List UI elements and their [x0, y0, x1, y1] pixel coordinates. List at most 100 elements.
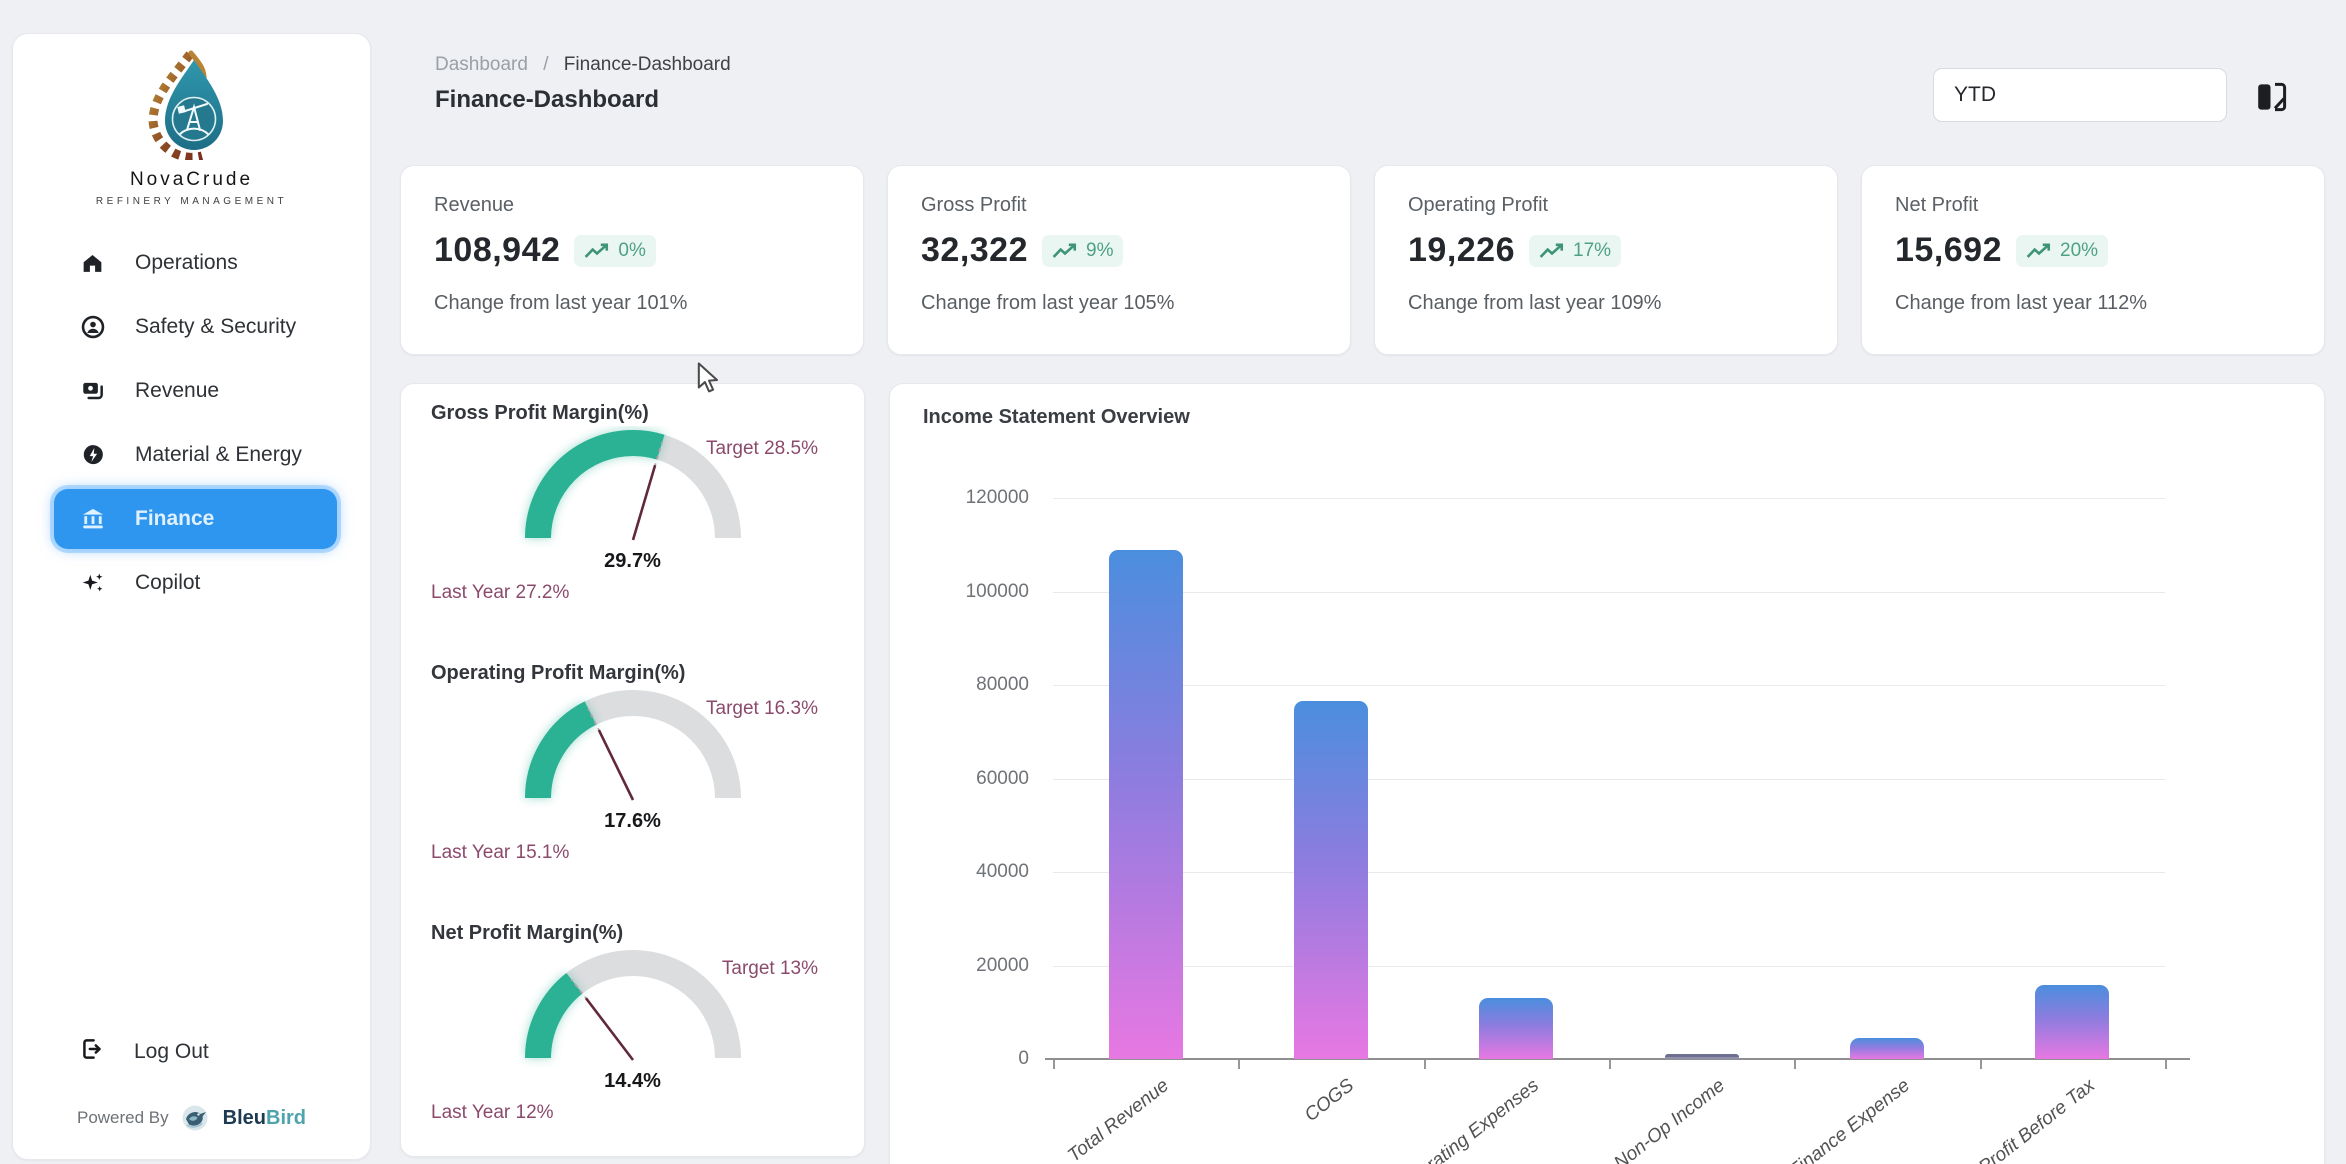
x-axis-line [1045, 1058, 2190, 1060]
home-icon [79, 250, 106, 277]
sidebar-bottom: Log Out Powered By BleuBird [13, 1027, 370, 1159]
y-axis-tick-label: 0 [909, 1048, 1029, 1070]
sidebar-item-label: Material & Energy [135, 443, 302, 467]
kpi-value: 19,226 [1408, 231, 1515, 270]
page-title: Finance-Dashboard [435, 86, 659, 114]
kpi-change-text: Change from last year 109% [1408, 292, 1804, 315]
brand-bleu: Bleu [223, 1107, 266, 1129]
page: { "brand": { "name": "NovaCrude", "tagli… [0, 0, 2346, 1164]
kpi-change-text: Change from last year 112% [1895, 292, 2291, 315]
logout-button[interactable]: Log Out [54, 1027, 337, 1077]
breadcrumb-dashboard[interactable]: Dashboard [435, 54, 528, 75]
powered-by-label: Powered By [77, 1108, 169, 1128]
person-circle-icon [79, 314, 106, 341]
trending-up-icon [1052, 242, 1078, 260]
gauge-operating-profit-margin: Operating Profit Margin(%) Target 16.3% … [401, 650, 864, 910]
kpi-delta: 0% [618, 240, 645, 262]
x-axis-tickmark [1980, 1060, 1982, 1069]
sidebar-item-label: Safety & Security [135, 315, 296, 339]
novacrude-logo-icon [144, 48, 240, 160]
bleubird-logo-icon [178, 1103, 214, 1133]
bar-chart: 020000400006000080000100000120000Total R… [890, 384, 2324, 1164]
y-axis-tick-label: 60000 [909, 768, 1029, 790]
sidebar-item-label: Copilot [135, 571, 200, 595]
kpi-change-text: Change from last year 101% [434, 292, 830, 315]
sidebar-item-label: Operations [135, 251, 238, 275]
gridline [1053, 498, 2165, 499]
breadcrumb-current: Finance-Dashboard [564, 54, 731, 75]
mouse-cursor [694, 362, 724, 394]
trending-up-icon [584, 242, 610, 260]
gauge-gross-profit-margin: Gross Profit Margin(%) Target 28.5% 29.7… [401, 390, 864, 650]
powered-by: Powered By BleuBird [13, 1103, 370, 1133]
sidebar-item-finance[interactable]: Finance [54, 489, 337, 549]
trending-up-icon [1539, 242, 1565, 260]
kpi-delta: 17% [1573, 240, 1611, 262]
kpi-value: 108,942 [434, 231, 560, 270]
gauge-title: Net Profit Margin(%) [431, 922, 623, 945]
bar-operating-expenses [1479, 998, 1553, 1059]
x-axis-tickmark [1609, 1060, 1611, 1069]
kpi-card-revenue: Revenue 108,942 0% Change from last year… [400, 165, 864, 355]
breadcrumb: Dashboard / Finance-Dashboard [435, 54, 731, 76]
gauge-value-label: 17.6% [401, 810, 864, 833]
brand-tagline: REFINERY MANAGEMENT [13, 196, 370, 207]
kpi-card-operating-profit: Operating Profit 19,226 17% Change from … [1374, 165, 1838, 355]
leaf-bolt-icon [79, 442, 106, 469]
gauge-title: Gross Profit Margin(%) [431, 402, 649, 425]
kpi-label: Revenue [434, 194, 830, 217]
sidebar-item-material-energy[interactable]: Material & Energy [54, 425, 337, 485]
gauge-net-profit-margin: Net Profit Margin(%) Target 13% 14.4% La… [401, 910, 864, 1164]
kpi-trend-badge: 9% [1042, 235, 1123, 267]
period-value: YTD [1954, 83, 1996, 107]
gauge-lastyear-label: Last Year 15.1% [431, 842, 569, 864]
kpi-trend-badge: 17% [1529, 235, 1621, 267]
x-axis-label: Non-Op Income [1610, 1075, 1729, 1164]
x-axis-tickmark [2165, 1060, 2167, 1069]
x-axis-label: Finance Expense [1785, 1075, 1914, 1164]
gridline [1053, 966, 2165, 967]
gauge-target-label: Target 16.3% [706, 698, 818, 720]
gauge-title: Operating Profit Margin(%) [431, 662, 685, 685]
y-axis-tick-label: 80000 [909, 674, 1029, 696]
period-select[interactable]: YTD [1933, 68, 2227, 122]
gridline [1053, 872, 2165, 873]
sidebar: NovaCrude REFINERY MANAGEMENT Operations… [12, 33, 371, 1160]
x-axis-tickmark [1424, 1060, 1426, 1069]
x-axis-tickmark [1053, 1060, 1055, 1069]
y-axis-tick-label: 40000 [909, 861, 1029, 883]
banknotes-icon [79, 378, 106, 405]
sparkles-icon [79, 570, 106, 597]
sidebar-item-revenue[interactable]: Revenue [54, 361, 337, 421]
gridline [1053, 592, 2165, 593]
kpi-trend-badge: 20% [2016, 235, 2108, 267]
sidebar-item-safety-security[interactable]: Safety & Security [54, 297, 337, 357]
sidebar-item-copilot[interactable]: Copilot [54, 553, 337, 613]
margin-gauges-panel: Gross Profit Margin(%) Target 28.5% 29.7… [400, 383, 865, 1157]
kpi-card-gross-profit: Gross Profit 32,322 9% Change from last … [887, 165, 1351, 355]
bar-cogs [1294, 701, 1368, 1059]
y-axis-tick-label: 120000 [909, 487, 1029, 509]
brand-name: NovaCrude [13, 169, 370, 191]
logout-icon [79, 1036, 105, 1068]
kpi-delta: 20% [2060, 240, 2098, 262]
gauge-arc [518, 946, 748, 1070]
x-axis-tickmark [1238, 1060, 1240, 1069]
kpi-label: Gross Profit [921, 194, 1317, 217]
kpi-label: Operating Profit [1408, 194, 1804, 217]
gauge-value-label: 14.4% [401, 1070, 864, 1093]
panel-toggle-button[interactable] [2252, 77, 2292, 117]
income-statement-panel: Income Statement Overview 02000040000600… [889, 383, 2325, 1164]
sidebar-item-operations[interactable]: Operations [54, 233, 337, 293]
x-axis-label: COGS [1301, 1075, 1359, 1127]
kpi-row: Revenue 108,942 0% Change from last year… [400, 165, 2325, 355]
logo-block: NovaCrude REFINERY MANAGEMENT [13, 34, 370, 207]
x-axis-label: Operating Expenses [1395, 1075, 1544, 1164]
gridline [1053, 685, 2165, 686]
kpi-trend-badge: 0% [574, 235, 655, 267]
sidebar-item-label: Revenue [135, 379, 219, 403]
gauge-lastyear-label: Last Year 12% [431, 1102, 554, 1124]
x-axis-label: Total Revenue [1064, 1075, 1174, 1164]
y-axis-tick-label: 100000 [909, 581, 1029, 603]
kpi-delta: 9% [1086, 240, 1113, 262]
